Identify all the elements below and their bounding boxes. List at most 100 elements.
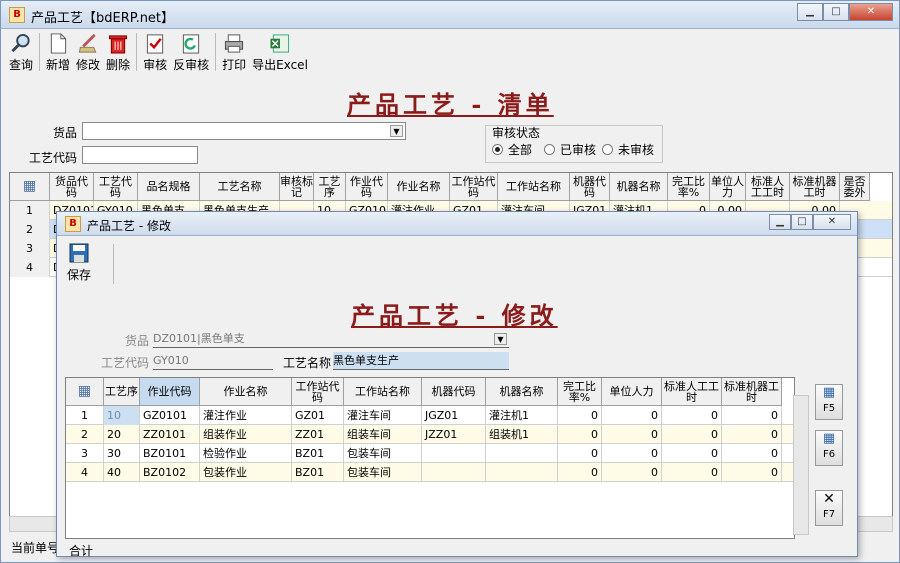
edit-vertical-scrollbar[interactable] <box>793 395 809 535</box>
column-header[interactable]: 工艺代码 <box>94 173 138 201</box>
column-header[interactable]: 单位人力 <box>602 378 662 406</box>
column-header[interactable]: 工艺序 <box>314 173 346 201</box>
column-header[interactable]: 作业名称 <box>388 173 450 201</box>
column-header[interactable]: 工作站名称 <box>344 378 422 406</box>
table-cell[interactable]: 0 <box>602 406 662 425</box>
unapprove-button[interactable]: 反审核 <box>173 33 209 73</box>
table-cell[interactable]: 0 <box>602 425 662 444</box>
table-cell[interactable]: 灌注车间 <box>344 406 422 425</box>
table-cell[interactable]: 组装车间 <box>344 425 422 444</box>
save-button[interactable]: 保存 <box>67 242 91 283</box>
column-header[interactable]: 工作站代码 <box>292 378 344 406</box>
table-row[interactable]: 1 10 GZ0101 灌注作业 GZ01 灌注车间 JGZ01 灌注机1 0 0 0 0 <box>66 406 794 425</box>
column-header[interactable]: 单位人力 <box>710 173 746 201</box>
column-header[interactable]: 标准机器工时 <box>722 378 782 406</box>
table-cell[interactable]: BZ01 <box>292 463 344 482</box>
column-header[interactable]: 完工比率% <box>668 173 710 201</box>
table-cell[interactable]: 灌注机1 <box>486 406 558 425</box>
goods-select[interactable]: ▼ <box>82 122 406 140</box>
table-cell[interactable]: 0 <box>722 444 782 463</box>
table-cell[interactable]: BZ0101 <box>140 444 200 463</box>
table-cell[interactable]: BZ0102 <box>140 463 200 482</box>
dialog-minimize-button[interactable]: ▁ <box>769 214 791 230</box>
edit-grid-corner-icon[interactable]: ▦ <box>66 378 104 406</box>
column-header[interactable]: 机器名称 <box>486 378 558 406</box>
table-cell[interactable] <box>422 463 486 482</box>
table-cell[interactable]: 0 <box>602 444 662 463</box>
code-input[interactable] <box>82 146 198 164</box>
edit-grid[interactable]: ▦ 工艺序 作业代码 作业名称 工作站代码 工作站名称 机器代码 机器名称 完工比率% 单位人力标… <box>65 377 795 539</box>
table-cell[interactable]: 0 <box>558 463 602 482</box>
column-header[interactable]: 标准机器工时 <box>790 173 840 201</box>
grid-corner-icon[interactable]: ▦ <box>10 173 50 201</box>
column-header[interactable]: 审核标记 <box>280 173 314 201</box>
dialog-maximize-button[interactable]: □ <box>791 214 813 230</box>
table-cell[interactable]: 灌注作业 <box>200 406 292 425</box>
table-cell[interactable]: 包装车间 <box>344 463 422 482</box>
edit-button[interactable]: 修改 <box>76 33 100 73</box>
maximize-button[interactable]: □ <box>823 3 849 21</box>
radio-unapproved[interactable]: 未审核 <box>602 141 654 158</box>
table-cell[interactable]: 0 <box>722 425 782 444</box>
table-cell[interactable]: JGZ01 <box>422 406 486 425</box>
column-header[interactable]: 机器代码 <box>422 378 486 406</box>
dialog-goods-select[interactable]: DZ0101|黑色单支 <box>153 330 509 348</box>
table-cell[interactable]: 0 <box>558 406 602 425</box>
f5-button[interactable]: ▦ F5 <box>815 384 843 420</box>
table-cell[interactable]: 0 <box>662 425 722 444</box>
delete-button[interactable]: 删除 <box>106 33 130 73</box>
dialog-close-button[interactable]: ✕ <box>813 214 851 230</box>
table-cell[interactable]: 包装作业 <box>200 463 292 482</box>
close-button[interactable]: ✕ <box>849 3 893 21</box>
table-cell[interactable]: GZ0101 <box>140 406 200 425</box>
table-cell[interactable]: 0 <box>558 425 602 444</box>
column-header[interactable]: 完工比率% <box>558 378 602 406</box>
f7-button[interactable]: ✕ F7 <box>815 490 843 526</box>
table-cell[interactable]: 包装车间 <box>344 444 422 463</box>
table-cell[interactable]: 0 <box>722 463 782 482</box>
table-row[interactable]: 4 40 BZ0102 包装作业 BZ01 包装车间 0 0 0 0 <box>66 463 794 482</box>
export-excel-button[interactable]: 导出Excel <box>252 33 308 73</box>
column-header[interactable]: 是否委外 <box>840 173 870 201</box>
table-cell[interactable]: ZZ01 <box>292 425 344 444</box>
table-cell[interactable]: 0 <box>722 406 782 425</box>
new-button[interactable]: 新增 <box>46 33 70 73</box>
table-cell[interactable]: ZZ0101 <box>140 425 200 444</box>
table-cell[interactable]: 0 <box>662 444 722 463</box>
table-cell[interactable]: BZ01 <box>292 444 344 463</box>
minimize-button[interactable]: ▁ <box>797 3 823 21</box>
column-header[interactable]: 工作站名称 <box>498 173 570 201</box>
table-cell[interactable]: 10 <box>104 406 140 425</box>
table-row[interactable]: 2 20 ZZ0101 组装作业 ZZ01 组装车间 JZZ01 组装机1 0 0 0 0 <box>66 425 794 444</box>
column-header[interactable]: 品名规格 <box>138 173 200 201</box>
column-header[interactable]: 作业代码 <box>140 378 200 406</box>
table-cell[interactable]: 40 <box>104 463 140 482</box>
column-header[interactable]: 机器名称 <box>610 173 668 201</box>
column-header[interactable]: 工艺名称 <box>200 173 280 201</box>
table-cell[interactable]: 组装作业 <box>200 425 292 444</box>
table-cell[interactable]: JZZ01 <box>422 425 486 444</box>
print-button[interactable]: 打印 <box>222 33 246 73</box>
approve-button[interactable]: 审核 <box>143 33 167 73</box>
column-header[interactable]: 标准人工工时 <box>662 378 722 406</box>
table-cell[interactable]: 组装机1 <box>486 425 558 444</box>
column-header[interactable]: 作业名称 <box>200 378 292 406</box>
dialog-chevron-down-icon[interactable]: ▼ <box>494 333 507 345</box>
query-button[interactable]: 查询 <box>9 33 33 73</box>
table-cell[interactable]: 0 <box>662 463 722 482</box>
table-cell[interactable] <box>422 444 486 463</box>
table-cell[interactable]: 0 <box>558 444 602 463</box>
f6-button[interactable]: ▦ F6 <box>815 430 843 466</box>
chevron-down-icon[interactable]: ▼ <box>390 125 403 137</box>
table-cell[interactable]: 0 <box>602 463 662 482</box>
table-row[interactable]: 3 30 BZ0101 检验作业 BZ01 包装车间 0 0 0 0 <box>66 444 794 463</box>
column-header[interactable]: 货品代码 <box>50 173 94 201</box>
dialog-code-input[interactable]: GY010 <box>153 352 273 370</box>
column-header[interactable]: 工作站代码 <box>450 173 498 201</box>
dialog-name-input[interactable]: 黑色单支生产 <box>333 352 509 370</box>
column-header[interactable]: 作业代码 <box>346 173 388 201</box>
table-cell[interactable] <box>486 463 558 482</box>
table-cell[interactable]: 检验作业 <box>200 444 292 463</box>
radio-approved[interactable]: 已审核 <box>544 141 596 158</box>
radio-all[interactable]: 全部 <box>492 141 532 158</box>
